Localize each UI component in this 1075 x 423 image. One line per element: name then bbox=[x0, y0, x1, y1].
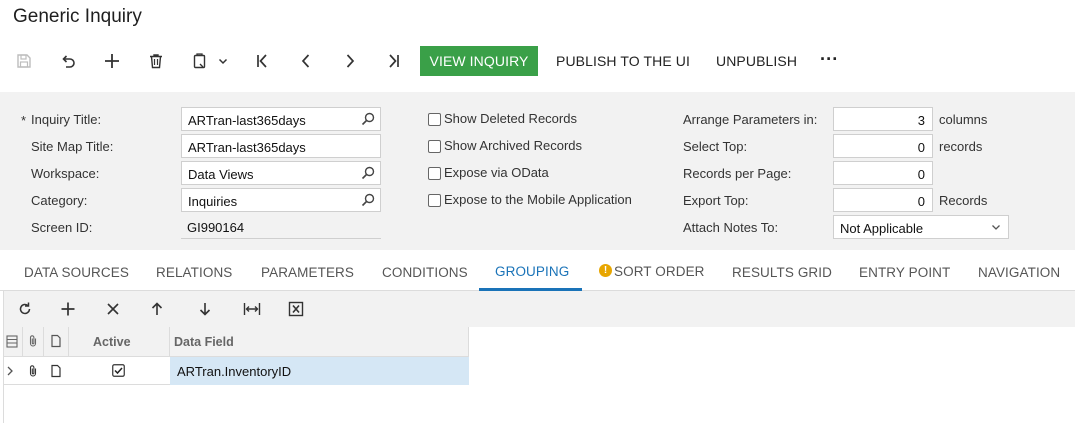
tab-conditions[interactable]: CONDITIONS bbox=[382, 265, 468, 280]
note-icon[interactable] bbox=[50, 364, 62, 383]
tab-data-sources[interactable]: DATA SOURCES bbox=[24, 265, 129, 280]
next-record-icon[interactable] bbox=[339, 50, 361, 72]
previous-record-icon[interactable] bbox=[295, 50, 317, 72]
screen-id-value: GI990164 bbox=[187, 220, 245, 235]
select-top-suffix: records bbox=[939, 139, 983, 154]
tab-results-grid[interactable]: RESULTS GRID bbox=[732, 265, 832, 280]
select-top-field[interactable]: 0 bbox=[833, 134, 933, 158]
undo-icon[interactable] bbox=[57, 50, 79, 72]
tab-parameters[interactable]: PARAMETERS bbox=[261, 265, 354, 280]
search-icon[interactable] bbox=[360, 111, 376, 127]
close-icon[interactable] bbox=[103, 299, 123, 319]
attach-notes-select[interactable]: Not Applicable bbox=[833, 215, 1009, 239]
arrange-parameters-suffix: columns bbox=[939, 112, 988, 127]
site-map-title-value: ARTran-last365days bbox=[188, 140, 306, 155]
search-icon[interactable] bbox=[360, 165, 376, 181]
attach-notes-value: Not Applicable bbox=[840, 221, 924, 236]
warning-icon: ! bbox=[599, 264, 612, 277]
category-label: Category: bbox=[31, 193, 88, 208]
tab-entry-point[interactable]: ENTRY POINT bbox=[859, 265, 950, 280]
excel-export-icon[interactable] bbox=[286, 299, 306, 319]
paperclip-icon[interactable] bbox=[27, 364, 39, 383]
data-field-cell[interactable]: ARTran.InventoryID bbox=[177, 364, 291, 379]
arrange-parameters-field[interactable]: 3 bbox=[833, 107, 933, 131]
chevron-down-icon[interactable] bbox=[213, 50, 233, 72]
grid-menu-icon[interactable] bbox=[6, 335, 18, 353]
arrow-down-icon[interactable] bbox=[195, 299, 215, 319]
expose-odata-label: Expose via OData bbox=[444, 165, 549, 180]
arrow-up-icon[interactable] bbox=[147, 299, 167, 319]
workspace-value: Data Views bbox=[188, 167, 254, 182]
screen-id-field: GI990164 bbox=[181, 215, 381, 239]
tab-grouping[interactable]: GROUPING bbox=[495, 264, 569, 279]
active-column-header: Active bbox=[93, 335, 131, 349]
expose-odata-checkbox[interactable] bbox=[428, 167, 441, 180]
show-archived-checkbox[interactable] bbox=[428, 140, 441, 153]
row-chevron-right-icon[interactable] bbox=[5, 364, 15, 383]
chevron-down-icon[interactable] bbox=[990, 221, 1002, 233]
fit-width-icon[interactable] bbox=[242, 299, 262, 319]
inquiry-title-label: Inquiry Title: bbox=[31, 112, 102, 127]
data-field-column-header: Data Field bbox=[174, 335, 234, 349]
category-field[interactable]: Inquiries bbox=[181, 188, 381, 212]
more-actions-button[interactable]: ··· bbox=[820, 49, 838, 70]
arrange-parameters-label: Arrange Parameters in: bbox=[683, 112, 818, 127]
select-top-label: Select Top: bbox=[683, 139, 748, 154]
plus-icon[interactable] bbox=[58, 299, 78, 319]
view-inquiry-button[interactable]: VIEW INQUIRY bbox=[420, 46, 538, 76]
records-per-page-field[interactable]: 0 bbox=[833, 161, 933, 185]
workspace-label: Workspace: bbox=[31, 166, 100, 181]
publish-to-ui-button[interactable]: PUBLISH TO THE UI bbox=[556, 53, 690, 69]
unpublish-button[interactable]: UNPUBLISH bbox=[716, 53, 797, 69]
export-top-label: Export Top: bbox=[683, 193, 749, 208]
required-marker: * bbox=[21, 113, 27, 128]
site-map-title-label: Site Map Title: bbox=[31, 139, 114, 154]
expose-mobile-checkbox[interactable] bbox=[428, 194, 441, 207]
save-icon[interactable] bbox=[13, 50, 35, 72]
plus-icon[interactable] bbox=[101, 50, 123, 72]
records-per-page-label: Records per Page: bbox=[683, 166, 792, 181]
clipboard-icon[interactable] bbox=[189, 50, 211, 72]
show-deleted-checkbox[interactable] bbox=[428, 113, 441, 126]
last-record-icon[interactable] bbox=[383, 50, 405, 72]
category-value: Inquiries bbox=[188, 194, 238, 209]
export-top-suffix: Records bbox=[939, 193, 988, 208]
active-checkbox[interactable] bbox=[112, 364, 125, 382]
inquiry-title-field[interactable]: ARTran-last365days bbox=[181, 107, 381, 131]
show-deleted-label: Show Deleted Records bbox=[444, 111, 577, 126]
inquiry-title-value: ARTran-last365days bbox=[188, 113, 306, 128]
screen-id-label: Screen ID: bbox=[31, 220, 93, 235]
tab-relations[interactable]: RELATIONS bbox=[156, 265, 232, 280]
search-icon[interactable] bbox=[360, 192, 376, 208]
workspace-field[interactable]: Data Views bbox=[181, 161, 381, 185]
paperclip-icon bbox=[27, 334, 39, 353]
note-icon bbox=[50, 334, 62, 353]
refresh-icon[interactable] bbox=[15, 299, 35, 319]
expose-mobile-label: Expose to the Mobile Application bbox=[444, 192, 632, 207]
page-title: Generic Inquiry bbox=[13, 6, 142, 27]
show-archived-label: Show Archived Records bbox=[444, 138, 583, 153]
tab-navigation[interactable]: NAVIGATION bbox=[978, 265, 1060, 280]
export-top-field[interactable]: 0 bbox=[833, 188, 933, 212]
tab-sort-order[interactable]: SORT ORDER bbox=[614, 264, 705, 279]
trash-icon[interactable] bbox=[145, 50, 167, 72]
attach-notes-label: Attach Notes To: bbox=[683, 220, 779, 235]
first-record-icon[interactable] bbox=[251, 50, 273, 72]
site-map-title-field[interactable]: ARTran-last365days bbox=[181, 134, 381, 158]
